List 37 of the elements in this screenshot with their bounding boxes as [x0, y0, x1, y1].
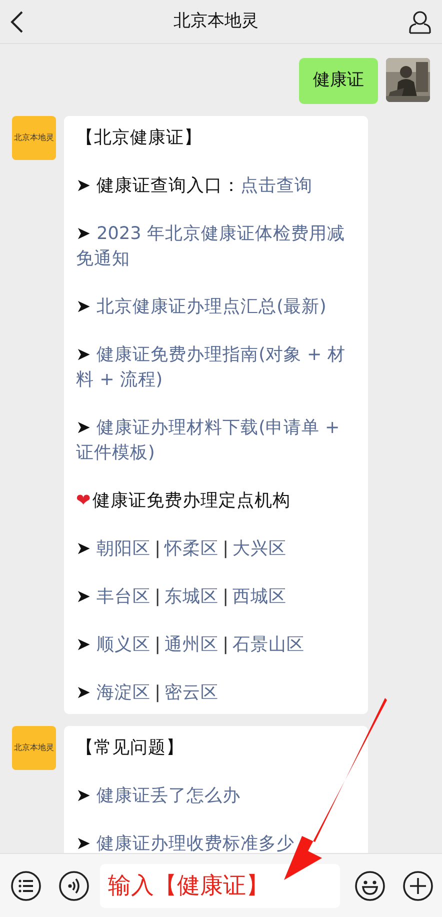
back-icon[interactable] [10, 10, 24, 32]
article-link[interactable]: 朝阳区 [96, 538, 151, 558]
message-line: ➤ 海淀区 | 密云区 [76, 682, 220, 704]
article-link[interactable]: 通州区 [164, 634, 219, 654]
account-avatar: 北京本地灵 [12, 116, 56, 160]
menu-icon[interactable] [10, 870, 42, 902]
add-icon[interactable] [402, 870, 434, 902]
article-link[interactable]: ➤ 健康证办理收费标准多少 [76, 832, 356, 853]
message-line: ➤ 丰台区 | 东城区 | 西城区 [76, 586, 288, 608]
article-link[interactable]: 点击查询 [240, 176, 313, 196]
article-link[interactable]: ➤ 2023 年北京健康证体检费用减免通知 [76, 222, 356, 272]
article-link[interactable]: 东城区 [164, 586, 219, 606]
article-link[interactable]: ➤ 健康证丢了怎么办 [76, 784, 356, 808]
article-link[interactable]: 海淀区 [96, 682, 151, 702]
message-line: 【常见问题】 [76, 736, 185, 760]
message-line: ➤ 顺义区 | 通州区 | 石景山区 [76, 634, 306, 656]
message-line: ➤ 朝阳区 | 怀柔区 | 大兴区 [76, 538, 288, 560]
message-line: ➤ 健康证查询入口：点击查询 [76, 174, 314, 198]
article-link[interactable]: 石景山区 [232, 634, 304, 654]
voice-icon[interactable] [58, 870, 90, 902]
article-link[interactable]: 西城区 [232, 586, 286, 606]
article-link[interactable]: 丰台区 [96, 586, 151, 606]
emoji-icon[interactable] [354, 870, 386, 902]
article-link[interactable]: 大兴区 [232, 538, 286, 558]
message-line: 【北京健康证】 [76, 126, 203, 150]
article-link[interactable]: ➤ 健康证办理材料下载(申请单 + 证件模板) [76, 416, 356, 466]
message-input[interactable]: 输入【健康证】 [100, 864, 340, 908]
message-line: ❤健康证免费办理定点机构 [76, 490, 292, 512]
profile-icon[interactable] [408, 10, 432, 34]
message-bubble: 健康证 [299, 58, 378, 104]
article-link[interactable]: ➤ 北京健康证办理点汇总(最新) [76, 294, 356, 320]
article-link[interactable]: 怀柔区 [164, 538, 219, 558]
account-avatar: 北京本地灵 [12, 726, 56, 770]
article-link[interactable]: 密云区 [164, 682, 219, 702]
article-link[interactable]: ➤ 健康证免费办理指南(对象 + 材料 + 流程) [76, 342, 356, 392]
chat-title: 北京本地灵 [174, 10, 258, 33]
article-link[interactable]: 顺义区 [96, 634, 151, 654]
